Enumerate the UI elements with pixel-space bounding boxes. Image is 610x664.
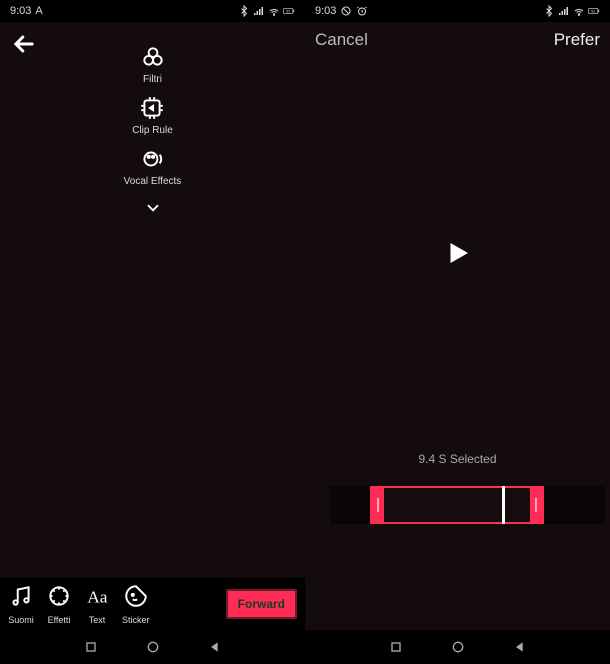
nav-bar-right xyxy=(305,630,610,664)
trim-bar[interactable] xyxy=(330,486,605,524)
trim-after xyxy=(544,486,605,524)
sounds-label: Suomi xyxy=(8,615,34,625)
text-label: Text xyxy=(84,615,110,625)
filters-icon xyxy=(140,44,166,70)
battery-icon: 92 xyxy=(283,5,295,17)
bluetooth-icon xyxy=(543,5,555,17)
cancel-button[interactable]: Cancel xyxy=(315,30,368,50)
effects-icon xyxy=(46,583,72,609)
clip-icon xyxy=(139,95,165,121)
nav-recent-icon[interactable] xyxy=(83,639,99,655)
status-time: 9:03 xyxy=(10,5,31,17)
vocal-effects-button[interactable]: Vocal Effects xyxy=(124,144,182,187)
status-bar-right: 9:03 92 xyxy=(305,0,610,22)
dnd-icon xyxy=(340,5,352,17)
trim-playhead[interactable] xyxy=(502,486,505,524)
vocal-label: Vocal Effects xyxy=(124,176,182,187)
sticker-icon xyxy=(123,583,149,609)
battery-icon: 92 xyxy=(588,5,600,17)
nav-home-icon[interactable] xyxy=(145,639,161,655)
nav-back-icon[interactable] xyxy=(512,639,528,655)
signal-icon xyxy=(558,5,570,17)
text-icon: Aa xyxy=(84,583,110,609)
status-am: A xyxy=(35,5,42,17)
wifi-icon xyxy=(573,5,585,17)
play-button[interactable] xyxy=(443,238,473,273)
vocal-icon xyxy=(139,146,165,172)
trim-before xyxy=(330,486,370,524)
effects-button[interactable]: Effetti xyxy=(46,583,72,625)
text-button[interactable]: Aa Text xyxy=(84,583,110,625)
music-icon xyxy=(8,583,34,609)
trim-handle-left[interactable] xyxy=(372,488,384,522)
sticker-button[interactable]: Sticker xyxy=(122,583,150,625)
svg-text:Aa: Aa xyxy=(87,588,108,607)
nav-bar-left xyxy=(0,630,305,664)
signal-icon xyxy=(253,5,265,17)
status-bar: 9:03 A 92 xyxy=(0,0,305,22)
sounds-button[interactable]: Suomi xyxy=(8,583,34,625)
clip-button[interactable]: Clip Rule xyxy=(132,93,173,136)
status-time: 9:03 xyxy=(315,5,336,17)
expand-tools-button[interactable] xyxy=(144,199,162,222)
svg-text:92: 92 xyxy=(286,9,290,13)
sticker-label: Sticker xyxy=(122,615,150,625)
nav-home-icon[interactable] xyxy=(450,639,466,655)
trim-body[interactable] xyxy=(384,488,530,522)
filters-label: Filtri xyxy=(140,74,166,85)
selection-duration: 9.4 S Selected xyxy=(418,452,496,466)
nav-back-icon[interactable] xyxy=(207,639,223,655)
alarm-icon xyxy=(356,5,368,17)
forward-button[interactable]: Forward xyxy=(226,589,297,619)
wifi-icon xyxy=(268,5,280,17)
clip-label: Clip Rule xyxy=(132,125,173,136)
trim-selection[interactable] xyxy=(370,486,544,524)
prefer-button[interactable]: Prefer xyxy=(554,30,600,50)
play-icon xyxy=(443,238,473,268)
back-arrow-icon xyxy=(10,30,38,58)
filters-button[interactable]: Filtri xyxy=(140,42,166,85)
nav-recent-icon[interactable] xyxy=(388,639,404,655)
bluetooth-icon xyxy=(238,5,250,17)
trim-handle-right[interactable] xyxy=(530,488,542,522)
svg-text:92: 92 xyxy=(591,9,595,13)
effects-label: Effetti xyxy=(46,615,72,625)
back-button[interactable] xyxy=(10,30,38,63)
bottom-toolbar: Suomi Effetti Aa Text Sticker Forward xyxy=(0,578,305,630)
chevron-down-icon xyxy=(144,199,162,217)
